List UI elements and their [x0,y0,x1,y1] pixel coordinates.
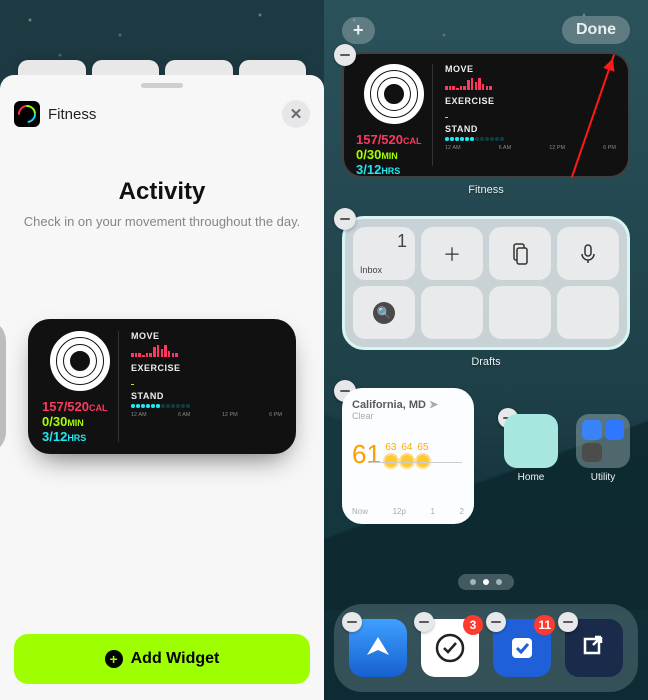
move-label: MOVE [131,331,282,341]
home-app-icon [504,414,558,468]
remove-app-button[interactable] [414,612,434,632]
remove-app-button[interactable] [342,612,362,632]
add-widget-button[interactable]: + Add Widget [14,634,310,684]
drafts-empty-tile[interactable] [557,286,619,339]
weather-widget-container[interactable]: California, MD ➤ Clear 61 63 64 65 Now 1… [342,388,474,524]
fitness-widget-container[interactable]: 157/520CAL 0/30MIN 3/12HRS MOVE EXERCISE… [342,52,630,196]
stand-value: 3/12HRS [42,429,118,444]
prev-widget-peek [0,319,6,454]
weather-widget[interactable]: California, MD ➤ Clear 61 63 64 65 Now 1… [342,388,474,524]
done-button[interactable]: Done [562,16,630,44]
sheet-grabber[interactable] [141,83,183,88]
weather-now-temp: 61 [352,439,381,470]
sun-icon [401,455,413,467]
drafts-dictate-tile[interactable] [557,227,619,280]
weather-location: California, MD ➤ [352,398,464,411]
edit-top-bar: + Done [324,16,648,44]
close-button[interactable]: ✕ [282,100,310,128]
drafts-widget-container[interactable]: 1 Inbox ＋ 🔍 Drafts [342,216,630,368]
drafts-empty-tile[interactable] [489,286,551,339]
sheet-header: Fitness ✕ [0,96,324,138]
remove-widget-button[interactable] [334,208,356,230]
stand-label: STAND [131,391,282,401]
move-value: 157/520CAL [356,132,432,147]
stand-value: 3/12HRS [356,162,432,177]
exercise-label: EXERCISE [131,363,282,373]
weather-row: California, MD ➤ Clear 61 63 64 65 Now 1… [342,388,630,542]
microphone-icon [581,244,595,264]
widget-label: Fitness [342,184,630,196]
exercise-value: 0/30MIN [356,147,432,162]
drafts-search-tile[interactable]: 🔍 [353,286,415,339]
widget-label: Drafts [342,356,630,368]
widgets-area: 157/520CAL 0/30MIN 3/12HRS MOVE EXERCISE… [324,52,648,700]
search-icon: 🔍 [373,302,395,324]
page-indicator[interactable] [458,574,514,590]
dock-app-mail[interactable] [349,619,407,677]
activity-rings-block: 157/520CAL 0/30MIN 3/12HRS [356,64,432,166]
clipboard-icon [511,243,529,265]
widget-gallery-screen: Fitness ✕ Activity Check in on your move… [0,0,324,700]
activity-rings-block: 157/520CAL 0/30MIN 3/12HRS [42,331,118,442]
plus-icon: + [105,650,123,668]
add-button[interactable]: + [342,17,375,44]
widget-picker-sheet: Fitness ✕ Activity Check in on your move… [0,75,324,700]
drafts-new-tile[interactable]: ＋ [421,227,483,280]
sun-icon [385,455,397,467]
drafts-inbox-tile[interactable]: 1 Inbox [353,227,415,280]
close-icon: ✕ [290,105,303,123]
move-value: 157/520CAL [42,399,118,414]
remove-app-button[interactable] [558,612,578,632]
folder-icon [576,414,630,468]
activity-rings-icon [50,331,110,391]
add-widget-label: Add Widget [131,650,220,668]
widget-title: Activity [119,178,206,206]
remove-widget-button[interactable] [334,44,356,66]
dock-app-shortcuts[interactable] [565,619,623,677]
badge: 11 [534,615,555,635]
fitness-app-icon [14,101,40,127]
home-app[interactable]: Home [504,414,558,483]
app-name: Fitness [48,106,96,123]
home-screen-edit: + Done 157/520CAL 0/30MIN 3/12HRS MOVE E… [324,0,648,700]
widget-subtitle: Check in on your movement throughout the… [14,214,311,229]
app-label: Home [518,472,545,483]
location-icon: ➤ [429,399,438,411]
app-icons-group: Home Utility [488,388,630,483]
dock-app-things[interactable]: 11 [493,619,551,677]
metric-charts: MOVE EXERCISE STAND 12 AM 6 AM 12 PM 6 P… [118,331,282,442]
drafts-clipboard-tile[interactable] [489,227,551,280]
plus-icon: ＋ [443,241,461,267]
dock: 3 11 [334,604,638,692]
utility-folder[interactable]: Utility [576,414,630,483]
dock-app-tasks[interactable]: 3 [421,619,479,677]
sun-icon [417,455,429,467]
remove-app-button[interactable] [486,612,506,632]
weather-condition: Clear [352,411,464,421]
drafts-widget[interactable]: 1 Inbox ＋ 🔍 [342,216,630,350]
app-label: Utility [591,472,615,483]
activity-widget-preview[interactable]: 157/520CAL 0/30MIN 3/12HRS MOVE EXERCISE… [28,319,296,454]
activity-rings-icon [364,64,424,124]
stacked-cards [0,60,324,75]
exercise-value: 0/30MIN [42,414,118,429]
fitness-widget[interactable]: 157/520CAL 0/30MIN 3/12HRS MOVE EXERCISE… [342,52,630,178]
metric-charts: MOVE EXERCISE STAND 12 AM6 AM12 PM6 PM [432,64,616,166]
drafts-empty-tile[interactable] [421,286,483,339]
badge: 3 [463,615,483,635]
